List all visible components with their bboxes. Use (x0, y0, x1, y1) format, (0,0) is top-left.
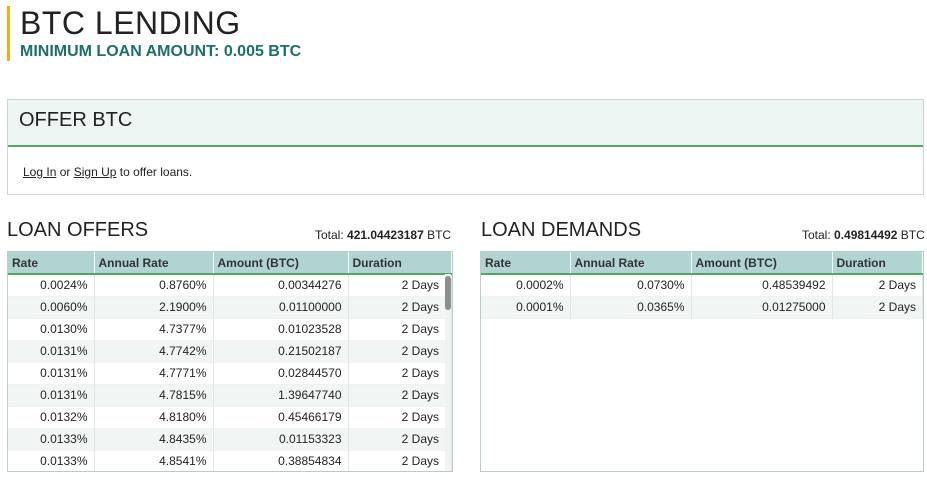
duration-cell: 2 Days (348, 384, 452, 406)
offer-panel-title: OFFER BTC (19, 109, 133, 131)
rate-cell: 0.0002% (481, 274, 571, 296)
offer-panel-header: OFFER BTC (8, 100, 923, 147)
page-header: BTC LENDING MINIMUM LOAN AMOUNT: 0.005 B… (7, 6, 301, 61)
table-row[interactable]: 0.0133% 4.8541% 0.38854834 2 Days (8, 450, 452, 471)
duration-cell: 2 Days (348, 450, 452, 471)
amount-cell: 0.48539492 (691, 274, 833, 296)
table-row[interactable]: 0.0131% 4.7815% 1.39647740 2 Days (8, 384, 452, 406)
loan-offers-table[interactable]: Rate Annual Rate Amount (BTC) Duration 0… (7, 251, 453, 472)
annual-rate-cell: 0.0730% (570, 274, 692, 296)
column-header-rate[interactable]: Rate (8, 252, 95, 274)
offer-suffix-text: to offer loans. (116, 165, 193, 179)
table-row[interactable]: 0.0132% 4.8180% 0.45466179 2 Days (8, 406, 452, 428)
table-row[interactable]: 0.0131% 4.7771% 0.02844570 2 Days (8, 362, 452, 384)
page-title: BTC LENDING (20, 5, 241, 41)
amount-cell: 0.02844570 (213, 362, 349, 384)
rate-cell: 0.0130% (8, 318, 95, 340)
duration-cell: 2 Days (348, 428, 452, 450)
column-header-amount[interactable]: Amount (BTC) (213, 252, 349, 274)
table-row[interactable]: 0.0133% 4.8435% 0.01153323 2 Days (8, 428, 452, 450)
amount-cell: 0.01023528 (213, 318, 349, 340)
duration-cell: 2 Days (832, 296, 923, 318)
table-header-row: Rate Annual Rate Amount (BTC) Duration (8, 252, 452, 274)
loan-demands-table[interactable]: Rate Annual Rate Amount (BTC) Duration 0… (480, 251, 924, 472)
amount-cell: 0.21502187 (213, 340, 349, 362)
loan-demands-total: Total: 0.49814492 BTC (802, 228, 925, 242)
annual-rate-cell: 4.8180% (94, 406, 214, 428)
annual-rate-cell: 4.7377% (94, 318, 214, 340)
annual-rate-cell: 4.8541% (94, 450, 214, 471)
scrollbar-thumb[interactable] (445, 276, 451, 310)
duration-cell: 2 Days (348, 340, 452, 362)
duration-cell: 2 Days (348, 406, 452, 428)
column-header-rate[interactable]: Rate (481, 252, 571, 274)
total-unit: BTC (897, 228, 925, 242)
duration-cell: 2 Days (348, 296, 452, 318)
table-row[interactable]: 0.0131% 4.7742% 0.21502187 2 Days (8, 340, 452, 362)
annual-rate-cell: 4.7815% (94, 384, 214, 406)
table-row[interactable]: 0.0060% 2.1900% 0.01100000 2 Days (8, 296, 452, 318)
rate-cell: 0.0133% (8, 428, 95, 450)
duration-cell: 2 Days (348, 274, 452, 296)
table-row[interactable]: 0.0001% 0.0365% 0.01275000 2 Days (481, 296, 923, 318)
amount-cell: 0.00344276 (213, 274, 349, 296)
rate-cell: 0.0131% (8, 340, 95, 362)
amount-cell: 1.39647740 (213, 384, 349, 406)
column-header-duration[interactable]: Duration (832, 252, 923, 274)
table-row[interactable]: 0.0130% 4.7377% 0.01023528 2 Days (8, 318, 452, 340)
duration-cell: 2 Days (832, 274, 923, 296)
table-row[interactable]: 0.0002% 0.0730% 0.48539492 2 Days (481, 274, 923, 296)
rate-cell: 0.0132% (8, 406, 95, 428)
amount-cell: 0.01100000 (213, 296, 349, 318)
total-value: 0.49814492 (834, 228, 898, 242)
annual-rate-cell: 2.1900% (94, 296, 214, 318)
amount-cell: 0.01153323 (213, 428, 349, 450)
column-header-amount[interactable]: Amount (BTC) (691, 252, 833, 274)
signup-link[interactable]: Sign Up (74, 165, 117, 179)
annual-rate-cell: 0.0365% (570, 296, 692, 318)
column-header-annual-rate[interactable]: Annual Rate (570, 252, 692, 274)
annual-rate-cell: 4.7771% (94, 362, 214, 384)
annual-rate-cell: 4.8435% (94, 428, 214, 450)
amount-cell: 0.45466179 (213, 406, 349, 428)
annual-rate-cell: 4.7742% (94, 340, 214, 362)
rate-cell: 0.0024% (8, 274, 95, 296)
offer-panel-body: Log In or Sign Up to offer loans. (8, 147, 923, 179)
column-header-annual-rate[interactable]: Annual Rate (94, 252, 214, 274)
loan-offers-title: LOAN OFFERS (7, 219, 149, 241)
or-text: or (56, 165, 74, 179)
total-label: Total: (315, 228, 348, 242)
rate-cell: 0.0131% (8, 384, 95, 406)
table-row[interactable]: 0.0024% 0.8760% 0.00344276 2 Days (8, 274, 452, 296)
minimum-loan-amount: MINIMUM LOAN AMOUNT: 0.005 BTC (20, 43, 302, 60)
amount-cell: 0.01275000 (691, 296, 833, 318)
total-unit: BTC (423, 228, 452, 242)
column-header-duration[interactable]: Duration (348, 252, 452, 274)
table-header-row: Rate Annual Rate Amount (BTC) Duration (481, 252, 923, 274)
table-scrollbar[interactable] (445, 274, 451, 471)
loan-demands-title: LOAN DEMANDS (481, 219, 642, 241)
duration-cell: 2 Days (348, 362, 452, 384)
rate-cell: 0.0131% (8, 362, 95, 384)
amount-cell: 0.38854834 (213, 450, 349, 471)
loan-offers-total: Total: 421.04423187 BTC (315, 228, 451, 242)
duration-cell: 2 Days (348, 318, 452, 340)
login-link[interactable]: Log In (23, 165, 56, 179)
rate-cell: 0.0133% (8, 450, 95, 471)
annual-rate-cell: 0.8760% (94, 274, 214, 296)
rate-cell: 0.0001% (481, 296, 571, 318)
total-label: Total: (802, 228, 835, 242)
rate-cell: 0.0060% (8, 296, 95, 318)
total-value: 421.04423187 (347, 228, 424, 242)
offer-panel: OFFER BTC Log In or Sign Up to offer loa… (7, 99, 924, 195)
